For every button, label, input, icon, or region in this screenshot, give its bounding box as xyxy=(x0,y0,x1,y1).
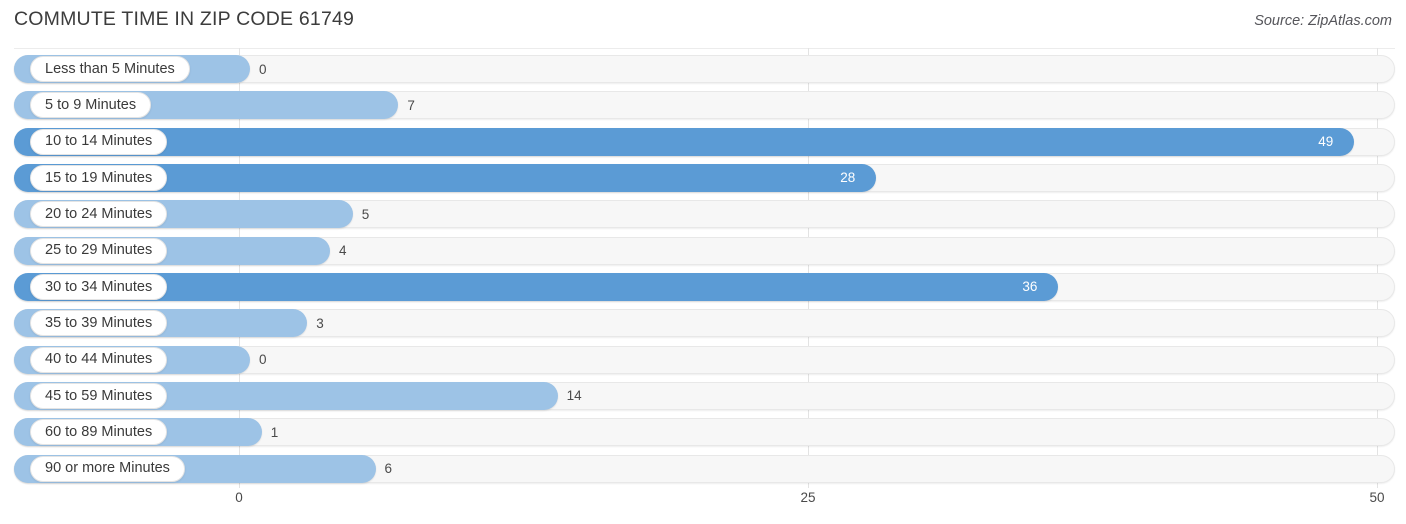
bar-category-text: 5 to 9 Minutes xyxy=(45,97,137,114)
bar-category-label: 20 to 24 Minutes xyxy=(30,201,168,228)
bar-row[interactable]: 30 to 34 Minutes 36 xyxy=(14,272,1395,301)
bar-value-label: 14 xyxy=(566,388,582,404)
bar-category-label: 10 to 14 Minutes xyxy=(30,128,168,155)
bar-row[interactable]: 25 to 29 Minutes 4 xyxy=(14,236,1395,265)
x-axis-tick-label: 50 xyxy=(1369,490,1385,505)
x-axis: 0 25 50 xyxy=(0,488,1406,524)
bar-category-label: 90 or more Minutes xyxy=(30,455,185,482)
chart-source-label: Source: ZipAtlas.com xyxy=(1254,13,1392,29)
bar-value-label: 6 xyxy=(384,461,393,477)
bar-row[interactable]: 45 to 59 Minutes 14 xyxy=(14,381,1395,410)
bar-category-label: 60 to 89 Minutes xyxy=(30,419,168,446)
bar-row[interactable]: 90 or more Minutes 6 xyxy=(14,454,1395,483)
bar-category-text: 15 to 19 Minutes xyxy=(45,169,153,186)
bar-value-label: 3 xyxy=(316,315,324,331)
bar-category-label: 15 to 19 Minutes xyxy=(30,164,168,191)
bar-value-label: 5 xyxy=(361,206,370,222)
bar-category-label: 25 to 29 Minutes xyxy=(30,237,168,264)
bar-category-text: 20 to 24 Minutes xyxy=(45,206,153,223)
bar-row[interactable]: Less than 5 Minutes 0 xyxy=(14,55,1395,83)
bar-value-label: 1 xyxy=(270,424,279,440)
bar-category-text: 30 to 34 Minutes xyxy=(45,278,153,295)
bar-value-label: 0 xyxy=(259,352,267,368)
bar-category-text: 60 to 89 Minutes xyxy=(45,424,153,441)
bar-category-label: 45 to 59 Minutes xyxy=(30,382,168,409)
bar-row[interactable]: 5 to 9 Minutes 7 xyxy=(14,91,1395,120)
bar-fill xyxy=(14,272,1059,301)
bar-category-label: Less than 5 Minutes xyxy=(30,56,190,82)
bar-row[interactable]: 20 to 24 Minutes 5 xyxy=(14,200,1395,229)
bar-category-text: 90 or more Minutes xyxy=(45,460,170,477)
bar-category-label: 40 to 44 Minutes xyxy=(30,346,168,373)
bar-category-text: 35 to 39 Minutes xyxy=(45,315,153,332)
x-axis-tick-label: 0 xyxy=(235,490,243,505)
chart-title: COMMUTE TIME IN ZIP CODE 61749 xyxy=(14,8,355,30)
bar-category-text: 25 to 29 Minutes xyxy=(45,242,153,259)
bar-value-label: 4 xyxy=(339,243,347,259)
bar-row[interactable]: 60 to 89 Minutes 1 xyxy=(14,418,1395,447)
plot-top-border xyxy=(14,48,1395,49)
plot-area: Less than 5 Minutes 0 5 to 9 Minutes 7 10 to… xyxy=(0,48,1406,488)
bar-value-label-inside: 36 xyxy=(1022,279,1038,295)
bar-value-label-inside: 49 xyxy=(1318,134,1334,150)
bar-fill xyxy=(14,127,1355,156)
bar-category-text: Less than 5 Minutes xyxy=(45,60,175,77)
bar-row[interactable]: 35 to 39 Minutes 3 xyxy=(14,309,1395,338)
x-axis-tick-label: 25 xyxy=(800,490,816,505)
bar-category-label: 35 to 39 Minutes xyxy=(30,310,168,337)
bar-category-label: 5 to 9 Minutes xyxy=(30,92,152,119)
bar-category-text: 40 to 44 Minutes xyxy=(45,351,153,368)
bar-row[interactable]: 10 to 14 Minutes 49 xyxy=(14,127,1395,156)
bar-category-text: 45 to 59 Minutes xyxy=(45,387,153,404)
bar-value-label: 7 xyxy=(407,97,415,113)
bar-value-label: 0 xyxy=(259,61,267,77)
bar-row[interactable]: 15 to 19 Minutes 28 xyxy=(14,163,1395,192)
bar-row[interactable]: 40 to 44 Minutes 0 xyxy=(14,345,1395,374)
bar-value-label-inside: 28 xyxy=(840,170,856,186)
chart-container: COMMUTE TIME IN ZIP CODE 61749 Source: Z… xyxy=(0,0,1406,524)
bar-category-label: 30 to 34 Minutes xyxy=(30,273,168,300)
bar-category-text: 10 to 14 Minutes xyxy=(45,133,153,150)
